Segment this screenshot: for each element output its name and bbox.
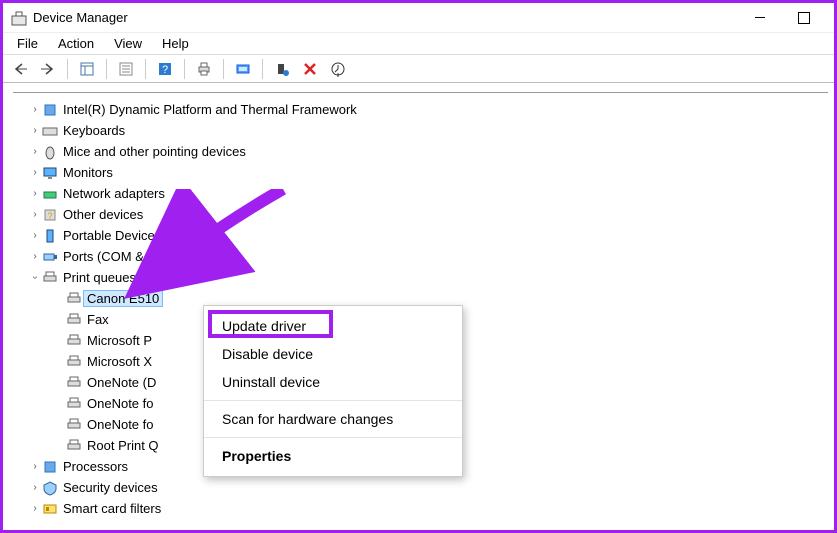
printer-icon xyxy=(65,396,83,412)
tree-label: Network adapters xyxy=(59,186,165,201)
tree-label: Root Print Q xyxy=(83,438,159,453)
minimize-button[interactable] xyxy=(738,4,782,32)
window-title: Device Manager xyxy=(33,10,128,25)
app-icon xyxy=(11,10,27,26)
tree-label: Security devices xyxy=(59,480,158,495)
printer-icon xyxy=(65,375,83,391)
chevron-right-icon: › xyxy=(29,125,41,136)
tree-label: Intel(R) Dynamic Platform and Thermal Fr… xyxy=(59,102,357,117)
chevron-right-icon: › xyxy=(29,188,41,199)
tree-label: Microsoft P xyxy=(83,333,152,348)
maximize-button[interactable] xyxy=(782,4,826,32)
chevron-right-icon: › xyxy=(29,167,41,178)
printer-icon xyxy=(65,438,83,454)
tree-label: Fax xyxy=(83,312,109,327)
svg-text:?: ? xyxy=(47,211,52,221)
chip-icon xyxy=(41,102,59,118)
tree-label: Mice and other pointing devices xyxy=(59,144,246,159)
titlebar: Device Manager xyxy=(3,3,834,33)
security-icon xyxy=(41,480,59,496)
tree-label: OneNote (D xyxy=(83,375,156,390)
ctx-update-driver[interactable]: Update driver xyxy=(204,312,462,340)
chevron-right-icon: › xyxy=(29,461,41,472)
back-button[interactable] xyxy=(9,58,31,80)
chevron-right-icon: › xyxy=(29,230,41,241)
tree-node[interactable]: › Intel(R) Dynamic Platform and Thermal … xyxy=(25,99,828,120)
help-button[interactable]: ? xyxy=(154,58,176,80)
chevron-right-icon: › xyxy=(29,251,41,262)
keyboard-icon xyxy=(41,123,59,139)
properties-button[interactable] xyxy=(115,58,137,80)
uninstall-button[interactable] xyxy=(299,58,321,80)
context-menu: Update driver Disable device Uninstall d… xyxy=(203,305,463,477)
print-button[interactable] xyxy=(193,58,215,80)
chevron-right-icon: › xyxy=(29,209,41,220)
tree-node[interactable]: › Ports (COM & LPT) xyxy=(25,246,828,267)
network-icon xyxy=(41,186,59,202)
tree-label: Print queues xyxy=(59,270,136,285)
tree-label: Smart card filters xyxy=(59,501,161,516)
ctx-separator xyxy=(204,437,462,438)
menubar: File Action View Help xyxy=(3,33,834,55)
menu-help[interactable]: Help xyxy=(152,34,199,53)
update-button[interactable] xyxy=(327,58,349,80)
tree-node[interactable]: › Smart card filters xyxy=(25,498,828,519)
tree-label: Portable Devices xyxy=(59,228,161,243)
tree-node[interactable]: › ? Other devices xyxy=(25,204,828,225)
tree-label: Processors xyxy=(59,459,128,474)
monitor-icon xyxy=(41,165,59,181)
tree-label: OneNote fo xyxy=(83,396,154,411)
toolbar: ? xyxy=(3,55,834,83)
chevron-right-icon: › xyxy=(29,503,41,514)
smartcard-icon xyxy=(41,501,59,517)
tree-label: OneNote fo xyxy=(83,417,154,432)
printer-icon xyxy=(41,270,59,286)
svg-text:?: ? xyxy=(162,64,168,76)
ctx-scan-hardware[interactable]: Scan for hardware changes xyxy=(204,405,462,433)
tree-label: Ports (COM & LPT) xyxy=(59,249,176,264)
chevron-right-icon: › xyxy=(29,146,41,157)
tree-node[interactable]: › Mice and other pointing devices xyxy=(25,141,828,162)
scan-hardware-button[interactable] xyxy=(232,58,254,80)
forward-button[interactable] xyxy=(37,58,59,80)
printer-icon xyxy=(65,333,83,349)
tree-node[interactable]: › Security devices xyxy=(25,477,828,498)
ctx-disable-device[interactable]: Disable device xyxy=(204,340,462,368)
ctx-uninstall-device[interactable]: Uninstall device xyxy=(204,368,462,396)
tree-node[interactable]: › Monitors xyxy=(25,162,828,183)
mouse-icon xyxy=(41,144,59,160)
chevron-right-icon: › xyxy=(29,482,41,493)
tree-label: Canon E510 xyxy=(83,290,163,307)
printer-icon xyxy=(65,291,83,307)
ctx-properties[interactable]: Properties xyxy=(204,442,462,470)
portable-icon xyxy=(41,228,59,244)
tree-node[interactable]: › Network adapters xyxy=(25,183,828,204)
chip-icon xyxy=(41,459,59,475)
tree-label: Other devices xyxy=(59,207,143,222)
add-legacy-button[interactable] xyxy=(271,58,293,80)
tree-node[interactable]: › Portable Devices xyxy=(25,225,828,246)
printer-icon xyxy=(65,312,83,328)
tree-node-print-queues[interactable]: › Print queues xyxy=(25,267,828,288)
menu-view[interactable]: View xyxy=(104,34,152,53)
chevron-down-icon: › xyxy=(30,272,41,284)
tree-node[interactable]: › Keyboards xyxy=(25,120,828,141)
tree-label: Keyboards xyxy=(59,123,125,138)
printer-icon xyxy=(65,354,83,370)
tree-label: Microsoft X xyxy=(83,354,152,369)
chevron-right-icon: › xyxy=(29,104,41,115)
tree-label: Monitors xyxy=(59,165,113,180)
show-hide-tree-button[interactable] xyxy=(76,58,98,80)
unknown-icon: ? xyxy=(41,207,59,223)
printer-icon xyxy=(65,417,83,433)
menu-action[interactable]: Action xyxy=(48,34,104,53)
port-icon xyxy=(41,249,59,265)
ctx-separator xyxy=(204,400,462,401)
menu-file[interactable]: File xyxy=(7,34,48,53)
